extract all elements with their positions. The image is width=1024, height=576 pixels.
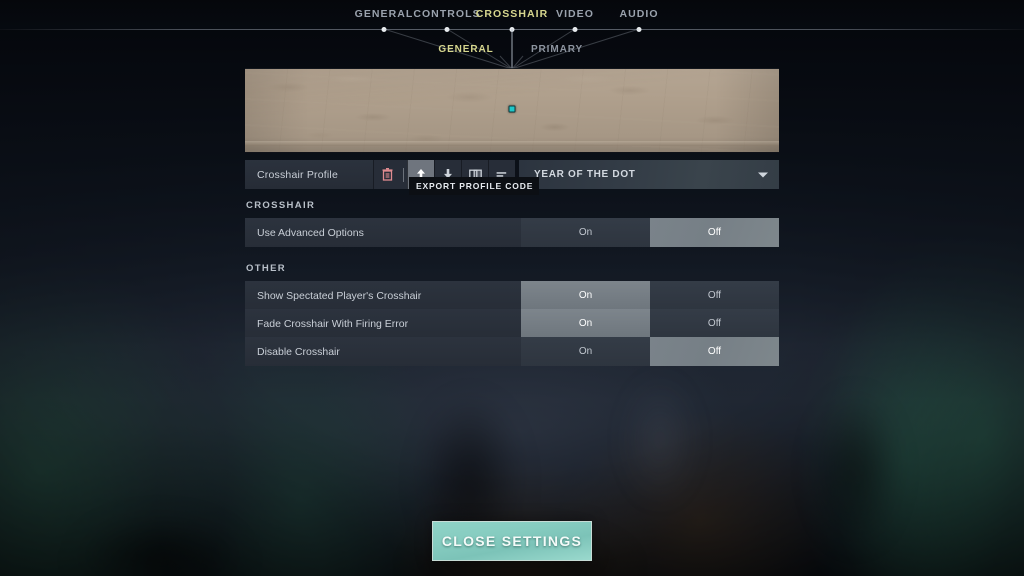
- toggle-option-on[interactable]: On: [521, 218, 650, 247]
- toggle-option-off[interactable]: Off: [650, 309, 779, 338]
- preview-wall-ledge: [245, 141, 779, 146]
- toggle-option-off[interactable]: Off: [650, 281, 779, 310]
- setting-label: Use Advanced Options: [245, 218, 521, 247]
- toggle-option-on[interactable]: On: [521, 337, 650, 366]
- toggle-option-off[interactable]: Off: [650, 218, 779, 247]
- tab-controls[interactable]: CONTROLS: [413, 8, 480, 20]
- tab-guide-lines: [383, 29, 640, 69]
- profile-select[interactable]: YEAR OF THE DOT: [519, 160, 779, 189]
- setting-row: Disable Crosshair On Off: [245, 337, 779, 366]
- section-header-crosshair: CROSSHAIR: [246, 200, 316, 211]
- tab-general[interactable]: GENERAL: [355, 8, 414, 20]
- tab-video[interactable]: VIDEO: [556, 8, 594, 20]
- setting-row: Show Spectated Player's Crosshair On Off: [245, 281, 779, 310]
- setting-label: Show Spectated Player's Crosshair: [245, 281, 521, 310]
- close-settings-button[interactable]: CLOSE SETTINGS: [432, 521, 592, 561]
- chevron-down-icon: [758, 172, 768, 177]
- setting-label: Disable Crosshair: [245, 337, 521, 366]
- setting-toggle: On Off: [521, 337, 779, 366]
- section-header-other: OTHER: [246, 263, 286, 274]
- export-profile-tooltip: EXPORT PROFILE CODE: [409, 177, 540, 195]
- toggle-option-on[interactable]: On: [521, 309, 650, 338]
- settings-screen: GENERAL CONTROLS CROSSHAIR VIDEO AUDIO GENER…: [0, 0, 1024, 576]
- main-tab-bar: GENERAL CONTROLS CROSSHAIR VIDEO AUDIO: [0, 0, 1024, 29]
- toggle-option-on[interactable]: On: [521, 281, 650, 310]
- setting-toggle: On Off: [521, 281, 779, 310]
- setting-label: Fade Crosshair With Firing Error: [245, 309, 521, 338]
- icon-separator: [400, 160, 407, 189]
- setting-toggle: On Off: [521, 218, 779, 247]
- crosshair-dot: [508, 105, 516, 113]
- tab-audio[interactable]: AUDIO: [619, 8, 658, 20]
- setting-row: Fade Crosshair With Firing Error On Off: [245, 309, 779, 338]
- subtab-primary[interactable]: PRIMARY: [531, 44, 583, 55]
- setting-toggle: On Off: [521, 309, 779, 338]
- subtab-general[interactable]: GENERAL: [438, 44, 493, 55]
- profile-label: Crosshair Profile: [257, 168, 339, 181]
- tab-crosshair[interactable]: CROSSHAIR: [476, 8, 548, 20]
- toggle-option-off[interactable]: Off: [650, 337, 779, 366]
- setting-row: Use Advanced Options On Off: [245, 218, 779, 247]
- close-settings-label: CLOSE SETTINGS: [441, 533, 583, 549]
- delete-profile-icon[interactable]: [373, 160, 400, 189]
